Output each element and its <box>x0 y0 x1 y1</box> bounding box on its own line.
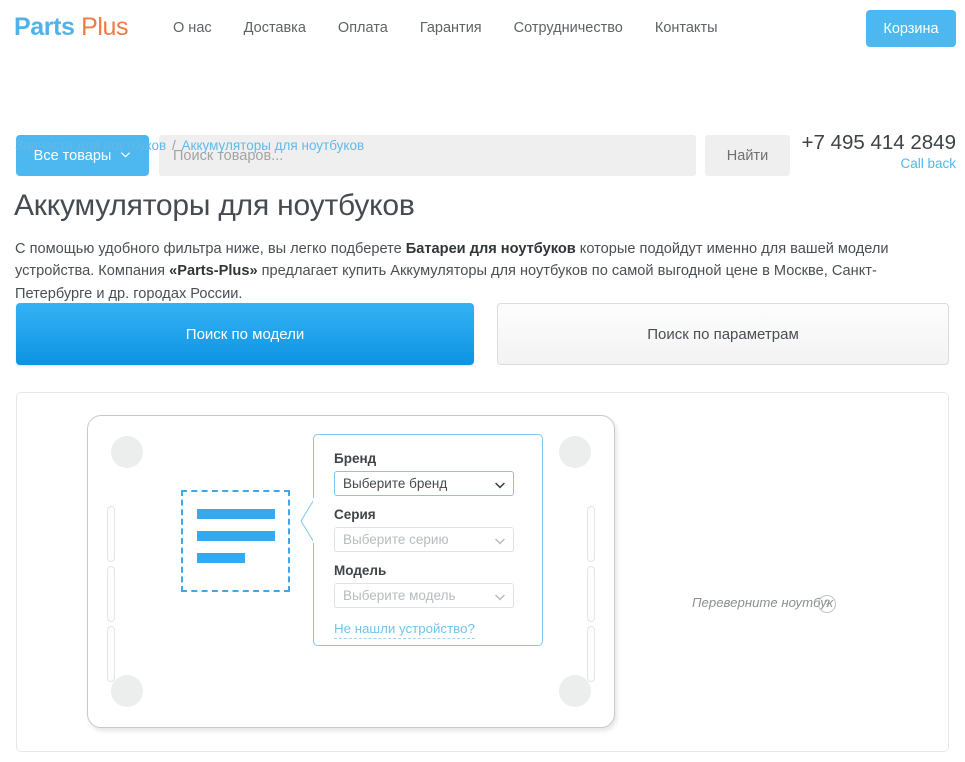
nav-item-delivery[interactable]: Доставка <box>228 20 322 36</box>
field-model-label: Модель <box>334 563 514 578</box>
laptop-foot-icon <box>111 436 143 468</box>
field-model: Модель Выберите модель <box>334 563 514 608</box>
field-brand: Бренд Выберите бренд <box>334 451 514 496</box>
tab-search-by-parameters[interactable]: Поиск по параметрам <box>497 303 949 365</box>
intro-bold-1: Батареи для ноутбуков <box>406 241 576 257</box>
nav-item-warranty[interactable]: Гарантия <box>404 20 498 36</box>
intro-text-1: С помощью удобного фильтра ниже, вы легк… <box>15 241 406 257</box>
laptop-vent-icon <box>587 566 595 622</box>
cart-button[interactable]: Корзина <box>866 10 956 47</box>
field-series-label: Серия <box>334 507 514 522</box>
laptop-vent-icon <box>587 506 595 562</box>
site-logo[interactable]: Parts Plus <box>14 13 128 42</box>
page-root: Parts Plus О нас Доставка Оплата Гаранти… <box>0 0 965 762</box>
form-pointer-notch <box>300 497 314 543</box>
laptop-foot-icon <box>559 675 591 707</box>
series-select[interactable]: Выберите серию <box>334 527 514 552</box>
series-select-value: Выберите серию <box>343 532 449 547</box>
model-select-value: Выберите модель <box>343 588 455 603</box>
field-brand-label: Бренд <box>334 451 514 466</box>
chevron-down-icon <box>494 591 506 606</box>
breadcrumb-item-batteries[interactable]: Аккумуляторы для ноутбуков <box>182 138 365 153</box>
nav-item-partnership[interactable]: Сотрудничество <box>498 20 639 36</box>
nav-item-payment[interactable]: Оплата <box>322 20 404 36</box>
model-sticker-highlight <box>181 490 290 592</box>
nav-item-about[interactable]: О нас <box>173 20 228 36</box>
brand-select-value: Выберите бренд <box>343 476 447 491</box>
laptop-foot-icon <box>559 436 591 468</box>
device-finder-form: Бренд Выберите бренд Серия Выберите сери… <box>313 434 543 646</box>
site-header: Parts Plus О нас Доставка Оплата Гаранти… <box>0 0 965 57</box>
laptop-foot-icon <box>111 675 143 707</box>
breadcrumb-item-parts[interactable]: Запчасти для ноутбуков <box>15 138 166 153</box>
field-series: Серия Выберите серию <box>334 507 514 552</box>
nav-item-contacts[interactable]: Контакты <box>639 20 734 36</box>
page-intro: С помощью удобного фильтра ниже, вы легк… <box>15 238 915 306</box>
tab-search-by-model[interactable]: Поиск по модели <box>16 303 474 365</box>
laptop-vent-icon <box>107 626 115 682</box>
chevron-down-icon <box>494 535 506 550</box>
sticker-line-icon <box>197 531 275 541</box>
page-title: Аккумуляторы для ноутбуков <box>14 189 415 223</box>
phone-number[interactable]: +7 495 414 2849 <box>802 131 956 155</box>
main-navigation: О нас Доставка Оплата Гарантия Сотруднич… <box>173 20 734 36</box>
laptop-vent-icon <box>107 506 115 562</box>
logo-part-two: Plus <box>81 13 128 41</box>
brand-select[interactable]: Выберите бренд <box>334 471 514 496</box>
sticker-line-icon <box>197 553 245 563</box>
call-back-link[interactable]: Call back <box>802 156 956 171</box>
laptop-vent-icon <box>107 566 115 622</box>
help-question-icon[interactable]: ? <box>818 595 836 613</box>
intro-bold-2: «Parts-Plus» <box>169 263 257 279</box>
logo-part-one: Parts <box>14 13 75 41</box>
model-select[interactable]: Выберите модель <box>334 583 514 608</box>
contact-phone-block: +7 495 414 2849 Call back <box>802 131 956 171</box>
device-not-found-link[interactable]: Не нашли устройство? <box>334 621 475 639</box>
breadcrumb: Запчасти для ноутбуков / Аккумуляторы дл… <box>15 138 364 153</box>
search-row: Все товары Найти +7 495 414 2849 Call ba… <box>0 60 965 120</box>
find-button[interactable]: Найти <box>705 135 790 176</box>
sticker-line-icon <box>197 509 275 519</box>
breadcrumb-separator: / <box>170 138 178 153</box>
chevron-down-icon <box>494 479 506 494</box>
flip-laptop-note: Переверните ноутбук <box>692 595 833 610</box>
laptop-vent-icon <box>587 626 595 682</box>
